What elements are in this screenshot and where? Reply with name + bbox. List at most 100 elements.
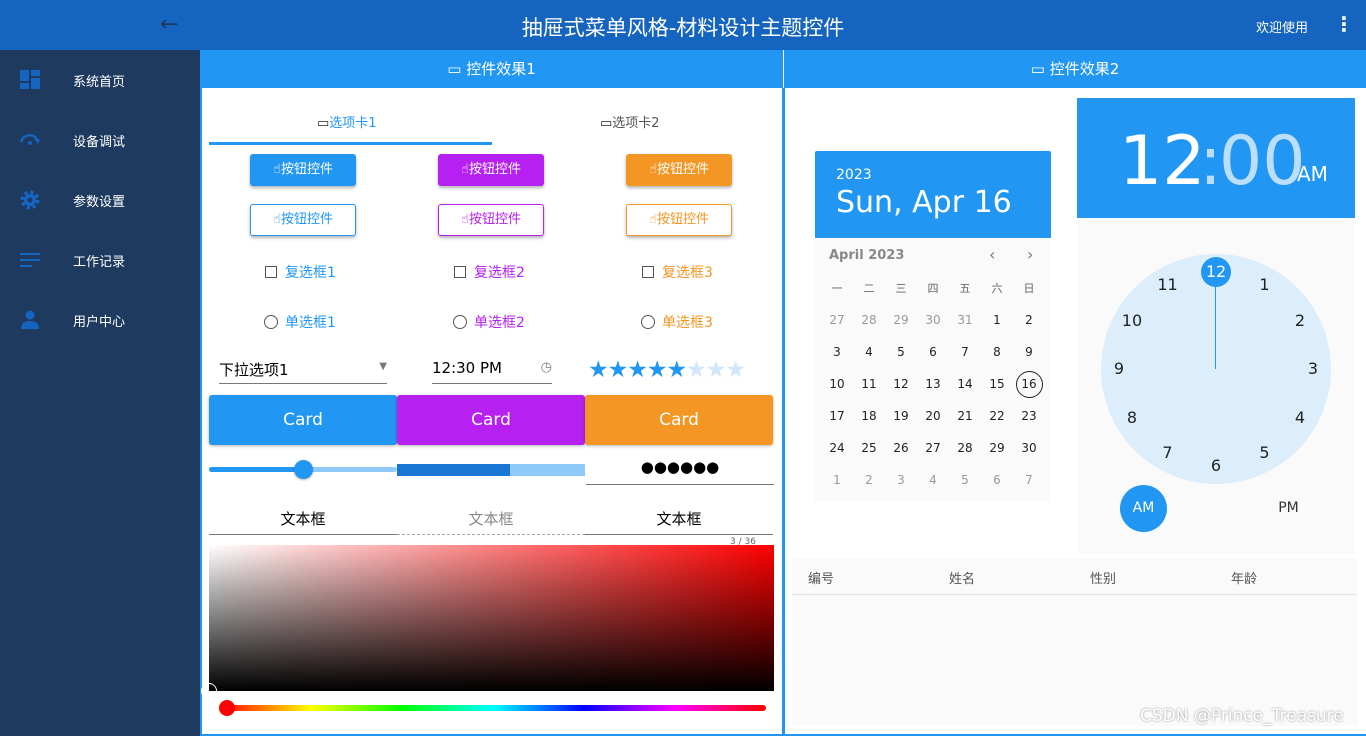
slider[interactable] <box>209 460 397 479</box>
calendar-day[interactable]: 30 <box>917 304 949 336</box>
button-blue[interactable]: ☝按钮控件 <box>250 154 356 186</box>
checkbox-3[interactable]: 复选框3 <box>642 262 713 282</box>
calendar-day[interactable]: 16 <box>1013 368 1045 400</box>
outline-button-blue[interactable]: ☝按钮控件 <box>250 204 356 236</box>
calendar-day[interactable]: 25 <box>853 432 885 464</box>
radio-3[interactable]: 单选框3 <box>641 312 713 332</box>
calendar-day[interactable]: 4 <box>917 464 949 496</box>
calendar-day[interactable]: 24 <box>821 432 853 464</box>
star-icon[interactable]: ★ <box>608 357 629 383</box>
clock-number[interactable]: 8 <box>1117 403 1147 433</box>
calendar-day[interactable]: 27 <box>821 304 853 336</box>
card-purple[interactable]: Card <box>397 395 585 445</box>
calendar-day[interactable]: 22 <box>981 400 1013 432</box>
column-header[interactable]: 年龄 <box>1231 568 1257 587</box>
calendar-day[interactable]: 31 <box>949 304 981 336</box>
card-orange[interactable]: Card <box>585 395 773 445</box>
star-icon[interactable]: ★ <box>647 357 668 383</box>
calendar-day[interactable]: 17 <box>821 400 853 432</box>
slider-thumb[interactable] <box>294 460 313 479</box>
clock-number[interactable]: 5 <box>1250 438 1280 468</box>
hue-slider[interactable] <box>219 700 766 716</box>
clock-number[interactable]: 6 <box>1201 451 1231 481</box>
calendar-day[interactable]: 30 <box>1013 432 1045 464</box>
calendar-day[interactable]: 29 <box>981 432 1013 464</box>
clock-number[interactable]: 3 <box>1298 354 1328 384</box>
calendar-day[interactable]: 4 <box>853 336 885 368</box>
calendar-day[interactable]: 3 <box>885 464 917 496</box>
chevron-right-icon[interactable]: › <box>1027 245 1033 264</box>
card-blue[interactable]: Card <box>209 395 397 445</box>
sidebar-item-user[interactable]: 用户中心 <box>0 290 200 350</box>
star-icon[interactable]: ★ <box>706 357 727 383</box>
calendar-day[interactable]: 11 <box>853 368 885 400</box>
star-icon[interactable]: ★ <box>686 357 707 383</box>
calendar-day[interactable]: 5 <box>949 464 981 496</box>
outline-button-orange[interactable]: ☝按钮控件 <box>626 204 732 236</box>
sidebar-item-debug[interactable]: 设备调试 <box>0 110 200 170</box>
calendar-day[interactable]: 5 <box>885 336 917 368</box>
dropdown[interactable]: 下拉选项1 ▼ <box>219 359 387 384</box>
calendar-day[interactable]: 8 <box>981 336 1013 368</box>
sidebar-item-records[interactable]: 工作记录 <box>0 230 200 290</box>
sidebar-item-home[interactable]: 系统首页 <box>0 50 200 110</box>
checkbox-1[interactable]: 复选框1 <box>265 262 336 282</box>
date-year[interactable]: 2023 <box>836 167 872 183</box>
hue-slider-thumb[interactable] <box>219 700 235 716</box>
button-purple[interactable]: ☝按钮控件 <box>438 154 544 186</box>
calendar-day[interactable]: 28 <box>853 304 885 336</box>
clock-dial[interactable] <box>1101 254 1331 484</box>
calendar-day[interactable]: 2 <box>1013 304 1045 336</box>
calendar-day[interactable]: 6 <box>917 336 949 368</box>
text-field-3[interactable]: 文本框 <box>585 508 773 535</box>
pm-button[interactable]: PM <box>1265 485 1312 532</box>
calendar-day[interactable]: 21 <box>949 400 981 432</box>
checkbox-2[interactable]: 复选框2 <box>454 262 525 282</box>
calendar-day[interactable]: 23 <box>1013 400 1045 432</box>
calendar-day[interactable]: 10 <box>821 368 853 400</box>
calendar-day[interactable]: 18 <box>853 400 885 432</box>
calendar-day[interactable]: 26 <box>885 432 917 464</box>
calendar-day[interactable]: 12 <box>885 368 917 400</box>
chevron-left-icon[interactable]: ‹ <box>989 245 995 264</box>
more-vert-icon[interactable]: ⋮ <box>1334 12 1354 36</box>
calendar-day[interactable]: 7 <box>1013 464 1045 496</box>
calendar-day[interactable]: 14 <box>949 368 981 400</box>
calendar-day[interactable]: 20 <box>917 400 949 432</box>
clock-number[interactable]: 10 <box>1117 306 1147 336</box>
calendar-day[interactable]: 13 <box>917 368 949 400</box>
outline-button-purple[interactable]: ☝按钮控件 <box>438 204 544 236</box>
clock-number[interactable]: 9 <box>1104 354 1134 384</box>
column-header[interactable]: 姓名 <box>949 568 975 587</box>
star-icon[interactable]: ★ <box>588 357 609 383</box>
calendar-day[interactable]: 29 <box>885 304 917 336</box>
clock-minute[interactable]: 00 <box>1219 122 1306 201</box>
column-header[interactable]: 性别 <box>1090 568 1116 587</box>
calendar-day[interactable]: 1 <box>821 464 853 496</box>
clock-number[interactable]: 1 <box>1250 270 1280 300</box>
password-field[interactable]: ●●●●●● <box>586 458 774 485</box>
radio-1[interactable]: 单选框1 <box>264 312 336 332</box>
calendar-day[interactable]: 7 <box>949 336 981 368</box>
star-icon[interactable]: ★ <box>627 357 648 383</box>
calendar-day[interactable]: 15 <box>981 368 1013 400</box>
clock-number[interactable]: 7 <box>1153 438 1183 468</box>
clock-number[interactable]: 2 <box>1285 306 1315 336</box>
star-icon[interactable]: ★ <box>667 357 688 383</box>
button-orange[interactable]: ☝按钮控件 <box>626 154 732 186</box>
calendar-day[interactable]: 28 <box>949 432 981 464</box>
calendar-day[interactable]: 2 <box>853 464 885 496</box>
color-picker-canvas[interactable] <box>201 545 774 699</box>
color-picker-handle[interactable] <box>201 683 217 699</box>
clock-hour[interactable]: 12 <box>1119 122 1206 201</box>
welcome-text[interactable]: 欢迎使用 <box>1256 17 1308 36</box>
clock-number[interactable]: 11 <box>1153 270 1183 300</box>
sidebar-item-settings[interactable]: 参数设置 <box>0 170 200 230</box>
calendar-day[interactable]: 19 <box>885 400 917 432</box>
calendar-day[interactable]: 3 <box>821 336 853 368</box>
clock-number[interactable]: 12 <box>1201 257 1231 287</box>
calendar-day[interactable]: 1 <box>981 304 1013 336</box>
tab-1[interactable]: ▭选项卡1 <box>317 112 377 131</box>
rating[interactable]: ★★★★★★★★ <box>588 357 746 383</box>
column-header[interactable]: 编号 <box>808 568 834 587</box>
